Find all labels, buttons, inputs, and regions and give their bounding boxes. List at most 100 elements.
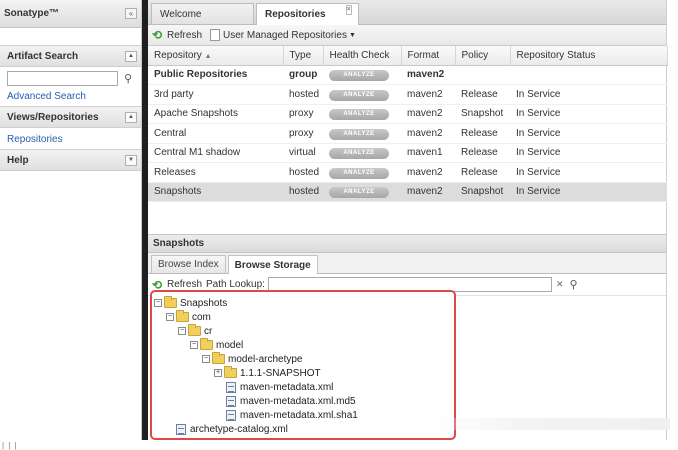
repository-format-cell: maven2 <box>401 84 455 105</box>
repository-policy-cell: Release <box>455 162 510 183</box>
tab-browse-index[interactable]: Browse Index <box>151 255 226 273</box>
expand-down-icon[interactable]: ▼ <box>125 154 137 166</box>
tree-node-model-archetype[interactable]: − model-archetype <box>202 352 302 366</box>
search-icon[interactable]: ⚲ <box>121 72 135 86</box>
tree-node-label: model-archetype <box>228 353 303 365</box>
table-row[interactable]: Snapshots hosted ANALYZE maven2 Snapshot In S… <box>148 182 667 202</box>
repository-type-cell: hosted <box>283 182 323 202</box>
tree-node-file[interactable]: archetype-catalog.xml <box>176 422 288 436</box>
tree-node-label: com <box>192 311 211 323</box>
refresh-button[interactable]: Refresh <box>167 30 202 41</box>
advanced-search-link[interactable]: Advanced Search <box>7 91 135 102</box>
artifact-search-title: Artifact Search <box>7 50 79 62</box>
repository-name-cell: Public Repositories <box>148 65 283 85</box>
repository-format-cell: maven2 <box>401 65 455 85</box>
analyze-button[interactable]: ANALYZE <box>329 70 389 82</box>
collapse-panel-icon[interactable]: « <box>125 8 137 19</box>
views-repositories-body: Repositories <box>0 128 141 149</box>
health-check-cell: ANALYZE <box>323 123 401 144</box>
collapse-tree-icon[interactable]: − <box>154 299 162 307</box>
analyze-button[interactable]: ANALYZE <box>329 128 389 140</box>
repository-name-cell: Releases <box>148 162 283 183</box>
folder-icon <box>224 366 237 378</box>
close-icon[interactable]: × <box>345 5 352 15</box>
folder-open-icon <box>176 310 189 322</box>
tab-repositories-label: Repositories <box>265 9 326 20</box>
health-check-cell: ANALYZE <box>323 182 401 202</box>
table-row[interactable]: Central proxy ANALYZE maven2 Release In Servi… <box>148 123 667 144</box>
folder-open-icon <box>200 338 213 350</box>
tree-node-label: model <box>216 339 244 351</box>
collapse-tree-icon[interactable]: − <box>190 341 198 349</box>
repository-type-cell: hosted <box>283 84 323 105</box>
tree-node-cr[interactable]: − cr <box>178 324 212 338</box>
repository-format-cell: maven2 <box>401 162 455 183</box>
analyze-button[interactable]: ANALYZE <box>329 89 389 101</box>
tab-browse-storage[interactable]: Browse Storage <box>227 255 318 274</box>
artifact-search-header[interactable]: Artifact Search ▲ <box>0 45 141 67</box>
tree-node-file[interactable]: maven-metadata.xml <box>226 380 333 394</box>
search-icon[interactable]: ⚲ <box>567 278 581 292</box>
collapse-up-icon[interactable]: ▲ <box>125 50 137 62</box>
tree-node-snapshots[interactable]: − Snapshots <box>154 296 227 310</box>
help-header[interactable]: Help ▼ <box>0 149 141 171</box>
views-repositories-header[interactable]: Views/Repositories ▲ <box>0 106 141 128</box>
tree-node-model[interactable]: − model <box>190 338 243 352</box>
artifact-search-input[interactable] <box>7 71 119 86</box>
expand-tree-icon[interactable]: + <box>214 369 222 377</box>
table-row[interactable]: Central M1 shadow virtual ANALYZE maven1 Rel… <box>148 143 667 163</box>
chevron-down-icon[interactable]: ▼ <box>349 32 356 39</box>
repository-name-cell: 3rd party <box>148 84 283 105</box>
tree-node-file[interactable]: maven-metadata.xml.sha1 <box>226 408 358 422</box>
refresh-icon[interactable]: ⟲ <box>152 279 164 291</box>
repository-status-cell: In Service <box>510 143 667 163</box>
clear-icon[interactable]: ✕ <box>556 279 564 290</box>
collapse-tree-icon[interactable]: − <box>178 327 186 335</box>
storage-refresh-button[interactable]: Refresh <box>167 279 202 290</box>
column-header-format[interactable]: Format <box>401 46 456 66</box>
column-header-policy[interactable]: Policy <box>455 46 511 66</box>
help-title: Help <box>7 154 29 166</box>
collapse-tree-icon[interactable]: − <box>202 355 210 363</box>
table-row[interactable]: Apache Snapshots proxy ANALYZE maven2 Snapsh… <box>148 104 667 124</box>
column-header-type[interactable]: Type <box>283 46 324 66</box>
refresh-icon[interactable]: ⟲ <box>152 29 164 41</box>
repository-type-cell: proxy <box>283 104 323 124</box>
analyze-button[interactable]: ANALYZE <box>329 109 389 121</box>
table-row[interactable]: Public Repositories group ANALYZE maven2 <box>148 65 667 85</box>
views-repositories-title: Views/Repositories <box>7 111 99 123</box>
sort-ascending-icon: ▲ <box>204 52 212 60</box>
table-row[interactable]: 3rd party hosted ANALYZE maven2 Release In Se… <box>148 84 667 105</box>
column-header-repository-status[interactable]: Repository Status <box>510 46 668 66</box>
storage-tree: − Snapshots − com − cr − model − model-archet… <box>150 290 456 440</box>
column-header-repository[interactable]: Repository ▲ <box>148 46 284 66</box>
table-row[interactable]: Releases hosted ANALYZE maven2 Release In Ser… <box>148 162 667 183</box>
analyze-button[interactable]: ANALYZE <box>329 148 389 160</box>
repositories-toolbar: ⟲ Refresh User Managed Repositories ▼ <box>148 25 666 46</box>
health-check-cell: ANALYZE <box>323 84 401 105</box>
analyze-button[interactable]: ANALYZE <box>329 167 389 179</box>
repository-status-cell: In Service <box>510 84 667 105</box>
column-header-health-check[interactable]: Health Check <box>323 46 402 66</box>
brand-logo: Sonatype™ <box>4 8 60 19</box>
tab-repositories[interactable]: Repositories × <box>256 3 359 25</box>
repository-format-cell: maven2 <box>401 182 455 202</box>
user-managed-repositories-dropdown[interactable]: User Managed Repositories <box>223 30 347 41</box>
tree-node-file[interactable]: maven-metadata.xml.md5 <box>226 394 356 408</box>
xml-file-icon <box>226 395 236 407</box>
tree-node-com[interactable]: − com <box>166 310 211 324</box>
repositories-link[interactable]: Repositories <box>7 134 135 145</box>
folder-open-icon <box>188 324 201 336</box>
tab-welcome[interactable]: Welcome <box>151 3 254 24</box>
collapse-tree-icon[interactable]: − <box>166 313 174 321</box>
repository-type-cell: hosted <box>283 162 323 183</box>
repository-name-cell: Central M1 shadow <box>148 143 283 163</box>
repository-name-cell: Apache Snapshots <box>148 104 283 124</box>
collapse-up-icon[interactable]: ▲ <box>125 111 137 123</box>
repository-type-cell: virtual <box>283 143 323 163</box>
tree-node-snapshot-version[interactable]: +1.1.1-SNAPSHOT <box>214 366 321 380</box>
artifact-search-body: ⚲ Advanced Search <box>0 67 141 106</box>
analyze-button[interactable]: ANALYZE <box>329 187 389 199</box>
health-check-cell: ANALYZE <box>323 162 401 183</box>
repository-policy-cell: Release <box>455 123 510 144</box>
